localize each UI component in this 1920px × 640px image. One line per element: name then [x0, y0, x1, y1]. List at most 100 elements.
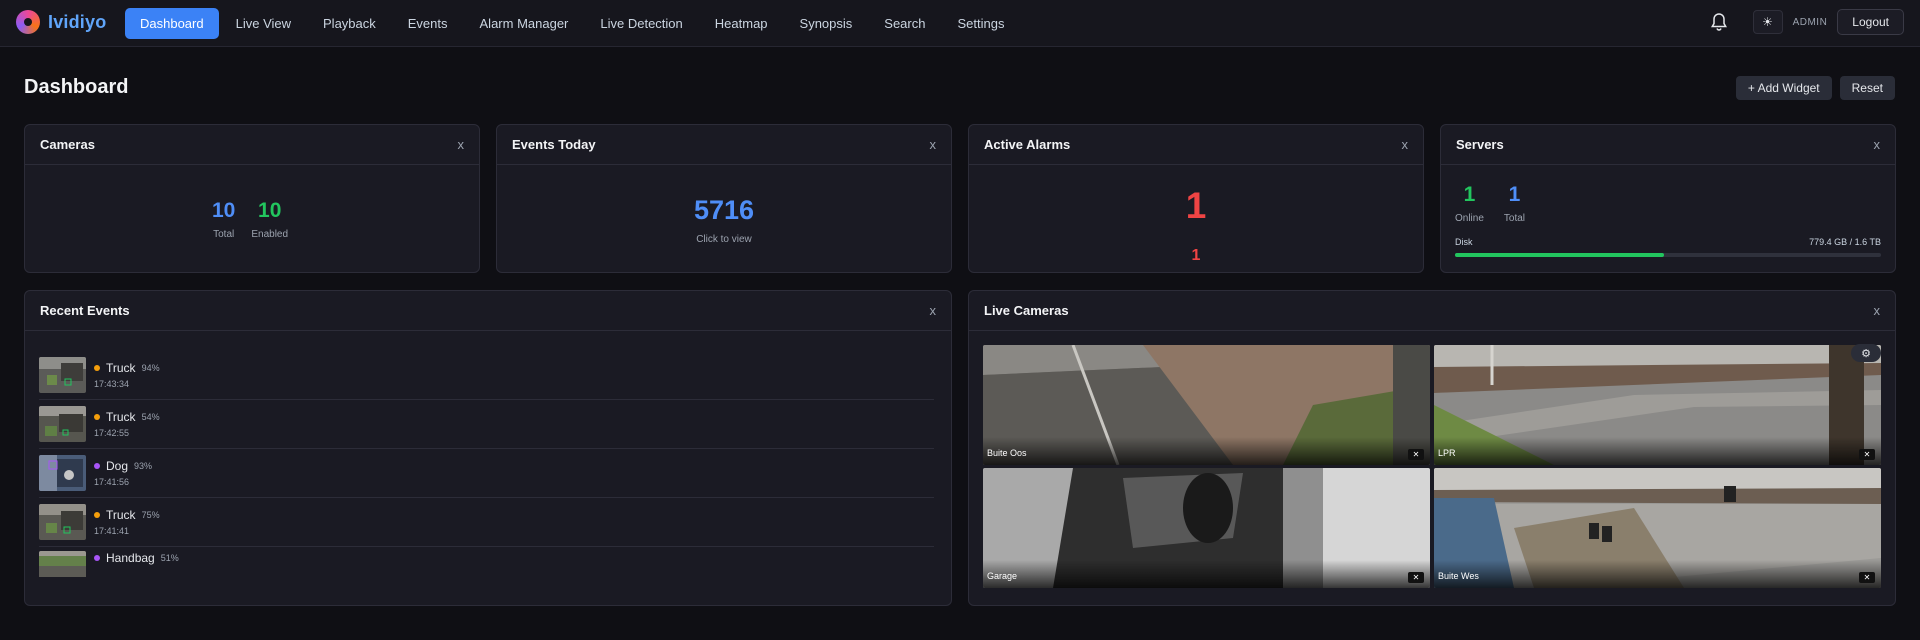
nav-events[interactable]: Events [393, 8, 463, 39]
events-today-widget[interactable]: Events Today x 5716 Click to view [496, 124, 952, 273]
cameras-enabled-label: Enabled [251, 229, 289, 240]
event-time: 17:41:41 [94, 526, 130, 536]
camera-name: Garage [987, 571, 1018, 581]
disk-usage-fill [1455, 253, 1664, 257]
event-time: 17:41:56 [94, 477, 130, 487]
event-label: Dog [106, 459, 129, 473]
event-time: 17:43:34 [94, 379, 130, 389]
widget-header: Live Cameras x [969, 291, 1895, 331]
camera-feed[interactable]: LPR ✕ [1434, 345, 1881, 465]
event-class-dot [94, 555, 100, 561]
nav-alarm-manager[interactable]: Alarm Manager [465, 8, 584, 39]
active-alarms-widget: Active Alarms x 1 1 [968, 124, 1424, 273]
widget-title: Live Cameras [984, 303, 1069, 318]
widget-close-button[interactable]: x [458, 137, 465, 152]
widget-close-button[interactable]: x [1874, 303, 1881, 318]
nav-dashboard[interactable]: Dashboard [125, 8, 219, 39]
event-row[interactable]: Handbag 51% [39, 547, 934, 577]
event-confidence: 93% [134, 461, 153, 471]
widget-title: Servers [1456, 137, 1504, 152]
event-confidence: 94% [141, 363, 160, 373]
active-alarms-count: 1 [1185, 185, 1207, 226]
nav-settings[interactable]: Settings [942, 8, 1019, 39]
cameras-enabled-value: 10 [258, 199, 282, 222]
disk-label: Disk [1455, 237, 1473, 247]
nav-live-view[interactable]: Live View [221, 8, 306, 39]
event-row[interactable]: Truck 94% 17:43:34 [39, 351, 934, 400]
event-confidence: 75% [141, 510, 160, 520]
widget-header: Active Alarms x [969, 125, 1423, 165]
camera-stats: 10 Total 10 Enabled [212, 199, 288, 240]
live-cameras-widget: Live Cameras x ⚙ Buite Oos ✕ LPR ✕ Garag… [968, 290, 1896, 606]
event-row[interactable]: Truck 54% 17:42:55 [39, 400, 934, 449]
widget-close-button[interactable]: x [930, 303, 937, 318]
disk-usage-value: 779.4 GB / 1.6 TB [1809, 237, 1881, 247]
logout-button[interactable]: Logout [1837, 9, 1904, 35]
event-confidence: 54% [141, 412, 160, 422]
event-time: 17:42:55 [94, 428, 130, 438]
event-label: Handbag [106, 551, 155, 565]
servers-total-stat: 1 Total [1504, 183, 1525, 224]
widget-close-button[interactable]: x [1402, 137, 1409, 152]
app-name: Ividiyo [48, 11, 107, 32]
notifications-bell-icon[interactable] [1705, 8, 1733, 36]
event-thumbnail [39, 551, 86, 577]
event-class-dot [94, 512, 100, 518]
reset-button[interactable]: Reset [1839, 76, 1895, 100]
camera-feed[interactable]: Buite Wes ✕ [1434, 468, 1881, 588]
event-thumbnail [39, 455, 86, 491]
events-today-count: 5716 [693, 195, 755, 225]
camera-close-icon[interactable]: ✕ [1859, 449, 1875, 460]
servers-total-value: 1 [1508, 183, 1521, 206]
event-label: Truck [106, 508, 136, 522]
servers-online-value: 1 [1463, 183, 1476, 206]
camera-name: Buite Wes [1438, 571, 1479, 581]
camera-close-icon[interactable]: ✕ [1408, 572, 1424, 583]
widget-title: Recent Events [40, 303, 130, 318]
event-class-dot [94, 414, 100, 420]
nav-live-detection[interactable]: Live Detection [585, 8, 697, 39]
add-widget-button[interactable]: + Add Widget [1735, 76, 1832, 100]
cameras-enabled-stat: 10 Enabled [251, 199, 288, 240]
cameras-total-label: Total [213, 229, 235, 240]
camera-name: Buite Oos [987, 448, 1027, 458]
top-navbar: Ividiyo Dashboard Live View Playback Eve… [0, 0, 1920, 47]
header-actions: + Add Widget Reset [1735, 76, 1895, 100]
nav-playback[interactable]: Playback [308, 8, 391, 39]
server-stats: 1 Online 1 Total [1455, 183, 1525, 224]
event-class-dot [94, 365, 100, 371]
servers-online-label: Online [1455, 213, 1484, 224]
theme-toggle-sun-icon[interactable]: ☀ [1752, 10, 1783, 34]
event-confidence: 51% [160, 553, 179, 563]
current-user: ADMIN [1792, 16, 1828, 28]
camera-settings-gear-icon[interactable]: ⚙ [1851, 344, 1881, 362]
event-row[interactable]: Truck 75% 17:41:41 [39, 498, 934, 547]
event-thumbnail [39, 406, 86, 442]
event-thumbnail [39, 504, 86, 540]
camera-feed[interactable]: Garage ✕ [983, 468, 1430, 588]
nav-actions: ☀ ADMIN Logout [1705, 8, 1904, 36]
app-logo[interactable]: Ividiyo [16, 10, 106, 34]
camera-feed[interactable]: Buite Oos ✕ [983, 345, 1430, 465]
main-nav: Dashboard Live View Playback Events Alar… [125, 8, 1019, 39]
nav-synopsis[interactable]: Synopsis [785, 8, 868, 39]
widget-title: Active Alarms [984, 137, 1071, 152]
disk-usage-bar [1455, 253, 1881, 257]
recent-events-widget: Recent Events x Truck 94% 17:43:34 Truck… [24, 290, 952, 606]
camera-close-icon[interactable]: ✕ [1859, 572, 1875, 583]
widget-header: Recent Events x [25, 291, 951, 331]
nav-search[interactable]: Search [869, 8, 940, 39]
nav-heatmap[interactable]: Heatmap [700, 8, 783, 39]
event-row[interactable]: Dog 93% 17:41:56 [39, 449, 934, 498]
event-thumbnail [39, 357, 86, 393]
events-today-hint: Click to view [696, 234, 752, 245]
widget-close-button[interactable]: x [930, 137, 937, 152]
servers-total-label: Total [1503, 213, 1526, 224]
logo-icon [16, 10, 40, 34]
active-alarms-sub-count: 1 [1191, 247, 1201, 264]
recent-events-list: Truck 94% 17:43:34 Truck 54% 17:42:55 Do… [39, 351, 934, 577]
cameras-widget: Cameras x 10 Total 10 Enabled [24, 124, 480, 273]
event-label: Truck [106, 410, 136, 424]
camera-close-icon[interactable]: ✕ [1408, 449, 1424, 460]
widget-close-button[interactable]: x [1874, 137, 1881, 152]
